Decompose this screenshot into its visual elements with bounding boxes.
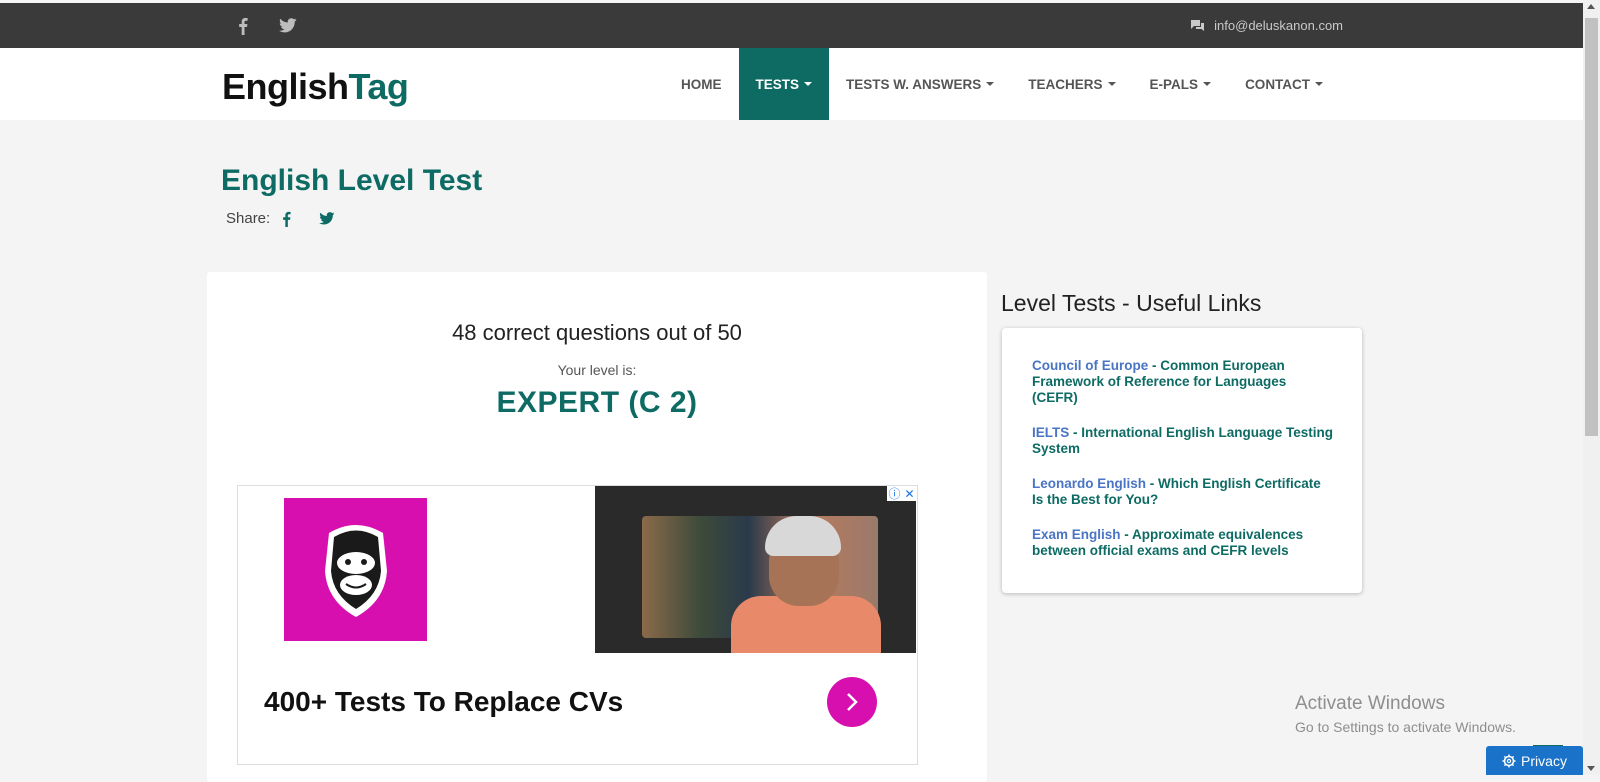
- ad-info-icon[interactable]: ⓘ: [887, 486, 902, 501]
- navbar: EnglishTag HOME TESTS TESTS W. ANSWERS T…: [0, 48, 1583, 120]
- chat-icon: [1191, 19, 1205, 31]
- nav-item-tests[interactable]: TESTS: [738, 48, 830, 120]
- score-text: 48 correct questions out of 50: [452, 320, 742, 345]
- watermark-title: Activate Windows: [1295, 693, 1445, 714]
- email-text: info@deluskanon.com: [1214, 18, 1343, 33]
- link-source[interactable]: IELTS: [1032, 425, 1069, 440]
- nav-item-label: TEACHERS: [1028, 76, 1103, 92]
- nav-item-label: TESTS: [755, 76, 800, 92]
- share-label: Share:: [226, 210, 271, 227]
- level-label: Your level is:: [557, 362, 637, 378]
- caret-down-icon: [986, 82, 995, 86]
- brand-part1: English: [222, 66, 349, 107]
- share-bar: Share:: [226, 210, 363, 227]
- nav-item-home[interactable]: HOME: [664, 48, 739, 120]
- caret-down-icon: [1107, 82, 1116, 86]
- page-title: English Level Test: [221, 164, 483, 197]
- advertisement[interactable]: ⓘ ✕ 400+ Tests To Replace CVs: [237, 485, 918, 765]
- links-list: Council of Europe - Common European Fram…: [1002, 328, 1362, 559]
- page-scrollbar[interactable]: [1583, 0, 1600, 775]
- share-twitter-icon[interactable]: [319, 212, 335, 225]
- scroll-up-arrow-icon[interactable]: [1587, 4, 1595, 9]
- watermark-subtitle: Go to Settings to activate Windows.: [1295, 719, 1516, 735]
- chevron-right-icon: [847, 693, 858, 711]
- brand-logo[interactable]: EnglishTag: [222, 66, 409, 108]
- ad-photo: [595, 486, 916, 653]
- link-item[interactable]: Exam English - Approximate equivalences …: [1032, 527, 1334, 559]
- main-nav: HOME TESTS TESTS W. ANSWERS TEACHERS E-P…: [664, 48, 1340, 120]
- privacy-button[interactable]: Privacy: [1486, 746, 1583, 775]
- top-bar: info@deluskanon.com: [0, 3, 1583, 48]
- link-item[interactable]: Council of Europe - Common European Fram…: [1032, 358, 1334, 406]
- gear-icon: [1502, 754, 1516, 767]
- nav-item-label: TESTS W. ANSWERS: [846, 76, 982, 92]
- facebook-icon[interactable]: [231, 3, 255, 48]
- link-text[interactable]: - International English Language Testing…: [1032, 425, 1333, 456]
- windows-activation-watermark: Activate Windows Go to Settings to activ…: [1295, 693, 1516, 735]
- ad-controls: ⓘ ✕: [887, 486, 917, 501]
- link-source[interactable]: Exam English: [1032, 527, 1121, 542]
- link-item[interactable]: Leonardo English - Which English Certifi…: [1032, 476, 1334, 508]
- level-value: EXPERT (C 2): [496, 386, 698, 419]
- useful-links-card: Council of Europe - Common European Fram…: [1002, 328, 1362, 593]
- contact-email[interactable]: info@deluskanon.com: [1190, 3, 1343, 48]
- result-card: 48 correct questions out of 50 Your leve…: [207, 272, 987, 782]
- twitter-icon[interactable]: [276, 3, 300, 48]
- link-source[interactable]: Leonardo English: [1032, 476, 1146, 491]
- ad-arrow-button[interactable]: [827, 677, 877, 727]
- privacy-label: Privacy: [1521, 752, 1567, 769]
- brand-part2: Tag: [348, 66, 409, 107]
- gorilla-logo-icon: [284, 498, 427, 641]
- scroll-down-arrow-icon[interactable]: [1587, 766, 1595, 771]
- nav-item-teachers[interactable]: TEACHERS: [1011, 48, 1132, 120]
- nav-item-contact[interactable]: CONTACT: [1228, 48, 1340, 120]
- scrollbar-thumb[interactable]: [1585, 18, 1598, 436]
- ad-close-icon[interactable]: ✕: [902, 486, 917, 501]
- link-source[interactable]: Council of Europe: [1032, 358, 1148, 373]
- link-item[interactable]: IELTS - International English Language T…: [1032, 425, 1334, 457]
- caret-down-icon: [1203, 82, 1212, 86]
- share-facebook-icon[interactable]: [282, 211, 291, 227]
- nav-item-tests-with-answers[interactable]: TESTS W. ANSWERS: [829, 48, 1011, 120]
- nav-item-label: CONTACT: [1245, 76, 1311, 92]
- caret-down-icon: [1315, 82, 1324, 86]
- ad-headline[interactable]: 400+ Tests To Replace CVs: [264, 686, 623, 718]
- nav-item-label: HOME: [681, 76, 722, 92]
- caret-down-icon: [804, 82, 813, 86]
- nav-item-epals[interactable]: E-PALS: [1133, 48, 1229, 120]
- nav-item-label: E-PALS: [1149, 76, 1199, 92]
- sidebar-heading: Level Tests - Useful Links: [1001, 290, 1262, 316]
